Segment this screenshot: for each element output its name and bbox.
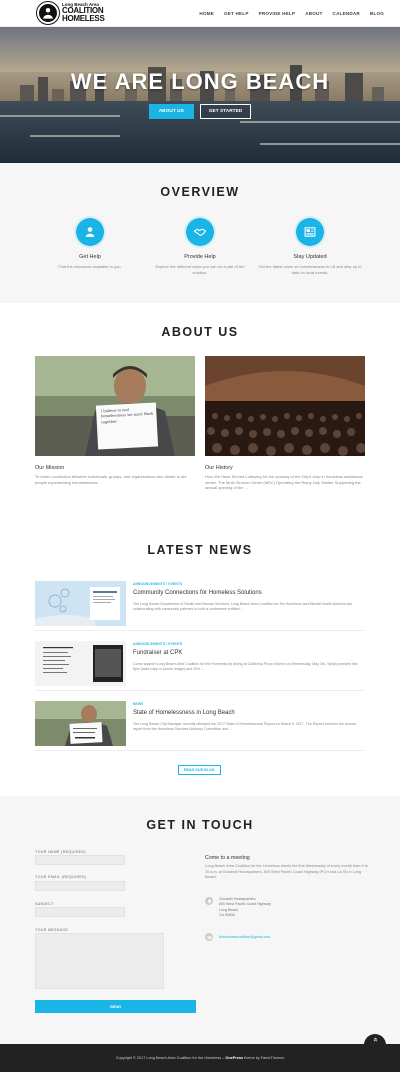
news-title-link[interactable]: State of Homelessness in Long Beach [133,710,235,716]
contact-title: GET IN TOUCH [146,818,254,832]
handshake-icon[interactable] [186,218,214,246]
site-logo[interactable]: Long Beach Area COALITION HOMELESS [37,2,105,24]
get-started-button[interactable]: GET STARTED [199,104,252,119]
hero-sky [0,27,400,72]
nav-get-help[interactable]: GET HELP [224,11,249,16]
about-title: ABOUT US [161,325,239,339]
news-category[interactable]: ANNOUNCEMENTS / EVENTS [133,642,182,646]
overview-section: OVERVIEW Get Help Find the resources ava… [0,163,400,303]
history-text: How We Have Served Lobbying for the open… [205,474,363,491]
news-item[interactable]: ANNOUNCEMENTS / EVENTS Fundraiser at CPK… [35,641,365,691]
footer-copyright: Copyright © 2017 Long Beach Area Coaliti… [116,1056,285,1060]
envelope-icon [205,933,213,941]
history-heading: Our History [205,465,233,471]
contact-section: GET IN TOUCH YOUR NAME (REQUIRED) YOUR E… [0,796,400,1044]
email-label: YOUR EMAIL (REQUIRED) [35,875,87,879]
copyright-text: Copyright © 2017 Long Beach Area Coaliti… [115,1056,226,1060]
news-title-link[interactable]: Community Connections for Homeless Solut… [133,590,262,596]
news-excerpt: Come support Long Beach Area Coalition f… [133,662,358,672]
user-icon[interactable] [76,218,104,246]
sign-text: I believe to end homelessness we must Wo… [100,407,154,425]
mission-text: To foster connection between individuals… [35,474,187,485]
hero-buttons: ABOUT US GET STARTED [0,104,400,119]
news-thumbnail[interactable] [35,581,126,626]
address-line-2: 800 West Pacific Coast Highway [219,902,271,907]
logo-badge-icon [37,2,59,24]
hero-section: WE ARE LONG BEACH ABOUT US GET STARTED [0,27,400,163]
main-nav: HOME GET HELP PROVIDE HELP ABOUT CALENDA… [199,11,384,16]
message-label: YOUR MESSAGE [35,928,69,932]
news-item[interactable]: ANNOUNCEMENTS / EVENTS Community Connect… [35,581,365,631]
logo-line-3: HOMELESS [62,14,105,24]
address-text: Goodwill Headquarters 800 West Pacific C… [219,897,271,919]
double-chevron-up-icon [373,1037,377,1042]
overview-item-get-help: Get Help Find the resources available to… [38,218,143,275]
nav-provide-help[interactable]: PROVIDE HELP [259,11,296,16]
overview-item-provide-help: Provide Help Explore the different ways … [148,218,253,275]
subject-label: SUBJECT [35,902,54,906]
nav-calendar[interactable]: CALENDAR [333,11,360,16]
site-header: Long Beach Area COALITION HOMELESS HOME … [0,0,400,27]
theme-by-text: theme by FameThemes [243,1056,285,1060]
overview-text: Find the resources available to you. [58,264,122,269]
theme-link[interactable]: OnePress [225,1056,243,1060]
news-title: LATEST NEWS [147,543,253,557]
about-us-button[interactable]: ABOUT US [148,104,194,119]
overview-title: OVERVIEW [160,185,240,199]
address-line-4: CA 90806 [219,913,235,918]
nav-blog[interactable]: BLOG [370,11,384,16]
news-excerpt: The Long Beach City Manager recently rel… [133,722,356,732]
message-textarea[interactable] [35,933,164,989]
news-excerpt: The Long Beach Department of Health and … [133,602,352,612]
map-marker-icon [205,897,213,905]
read-blog-button[interactable]: READ OUR BLOG [178,765,221,775]
subject-input[interactable] [35,907,125,917]
news-item[interactable]: NEWS State of Homelessness in Long Beach… [35,701,365,751]
nav-about[interactable]: ABOUT [305,11,322,16]
overview-grid: Get Help Find the resources available to… [0,218,400,275]
mission-heading: Our Mission [35,465,65,471]
news-category[interactable]: NEWS [133,702,143,706]
overview-heading: Provide Help [184,254,216,260]
overview-item-stay-updated: Stay Updated Get the latest news on home… [258,218,363,275]
news-title-link[interactable]: Fundraiser at CPK [133,650,182,656]
overview-text: Get the latest news on homelessness in L… [258,264,362,275]
meeting-heading: Come to a meeting [205,855,250,861]
address-block: Goodwill Headquarters 800 West Pacific C… [205,897,271,919]
logo-text: Long Beach Area COALITION HOMELESS [62,2,105,24]
overview-heading: Get Help [79,254,101,260]
news-thumbnail[interactable] [35,641,126,686]
mission-photo[interactable]: I believe to end homelessness we must Wo… [35,356,195,456]
email-link[interactable]: lbhomelesscoalition@gmail.com [219,933,270,941]
name-label: YOUR NAME (REQUIRED) [35,850,86,854]
overview-text: Explore the different ways you can be a … [155,264,245,275]
name-input[interactable] [35,855,125,865]
send-button[interactable]: SEND [35,1000,196,1013]
email-input[interactable] [35,881,125,891]
nav-home[interactable]: HOME [199,11,214,16]
newspaper-icon[interactable] [296,218,324,246]
news-category[interactable]: ANNOUNCEMENTS / EVENTS [133,582,182,586]
news-section: LATEST NEWS ANNOUNCEMENTS / EVENTS Commu… [0,510,400,796]
overview-heading: Stay Updated [293,254,327,260]
site-footer: Copyright © 2017 Long Beach Area Coaliti… [0,1044,400,1072]
email-block: lbhomelesscoalition@gmail.com [205,933,270,941]
hero-title: WE ARE LONG BEACH [70,69,330,94]
history-photo[interactable] [205,356,365,456]
meeting-text: Long Beach Area Coalition for the Homele… [205,864,368,879]
about-section: ABOUT US I believe to end homelessness w… [0,303,400,510]
news-thumbnail[interactable] [35,701,126,746]
